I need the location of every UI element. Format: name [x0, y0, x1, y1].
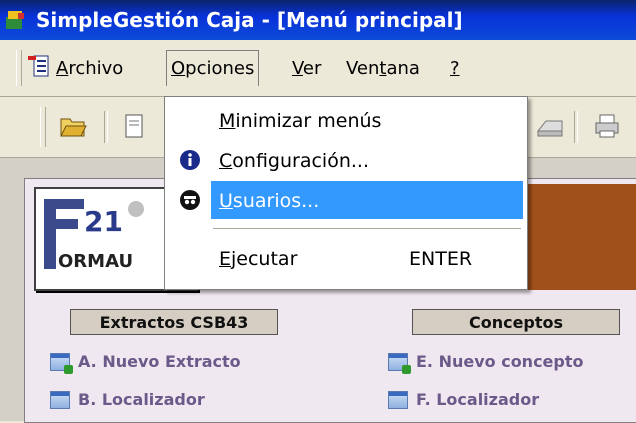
label-rest: jecutar [231, 248, 298, 270]
label-rest: suarios... [232, 190, 320, 212]
menu-item-label: Minimizar menús [219, 110, 381, 132]
link-nuevo-concepto[interactable]: E. Nuevo concepto [388, 352, 584, 374]
menu-item-label: Usuarios... [219, 190, 319, 212]
menu-ver[interactable]: Ver [292, 58, 321, 79]
info-icon [180, 150, 200, 170]
menu-separator [213, 228, 521, 230]
menu-item-minimizar-menus[interactable]: Minimizar menús [167, 101, 523, 139]
new-document-icon [50, 352, 73, 374]
link-label: E. Nuevo concepto [416, 352, 584, 371]
svg-text:21: 21 [84, 205, 123, 238]
link-localizador-conceptos[interactable]: F. Localizador [388, 390, 539, 409]
menu-help-label: ? [450, 58, 460, 79]
menu-ver-accel: V [292, 58, 303, 79]
menu-ventana-pre: Ven [346, 58, 380, 79]
open-folder-icon[interactable] [58, 111, 88, 141]
window-title: SimpleGestión Caja - [Menú principal] [36, 8, 463, 32]
svg-text:ORMAU: ORMAU [58, 251, 133, 272]
section-extractos-title: Extractos CSB43 [70, 309, 278, 335]
window-icon [50, 390, 70, 409]
print-icon[interactable] [592, 111, 622, 141]
accel-char: U [219, 190, 233, 212]
menu-app-icon [28, 55, 49, 77]
accel-char: C [219, 150, 233, 172]
accel-char: E [219, 248, 232, 270]
label-rest: onfiguración... [232, 150, 369, 172]
link-nuevo-extracto[interactable]: A. Nuevo Extracto [50, 352, 241, 374]
users-icon [180, 190, 200, 210]
document-icon[interactable] [120, 111, 150, 141]
menu-ver-label: er [302, 58, 322, 79]
menu-ventana-label: ana [386, 58, 420, 79]
menu-item-label: Ejecutar [219, 248, 297, 270]
link-label: B. Localizador [78, 390, 205, 409]
toolbar-separator [574, 111, 578, 143]
menu-item-configuracion[interactable]: Configuración... [167, 141, 523, 179]
link-label: F. Localizador [416, 390, 540, 409]
toolbar-separator [104, 111, 108, 143]
toolbar-grip[interactable] [40, 107, 46, 147]
menu-opciones-accel: O [171, 58, 186, 79]
label-rest: inimizar menús [235, 110, 382, 132]
menu-item-usuarios[interactable]: Usuarios... [165, 181, 523, 219]
menu-archivo-accel: A [56, 58, 69, 79]
menu-opciones-label: pciones [185, 58, 255, 79]
menu-item-ejecutar[interactable]: Ejecutar ENTER [167, 239, 523, 277]
menubar-grip[interactable] [16, 50, 22, 86]
menu-archivo-label: rchivo [68, 58, 124, 79]
header-band [520, 184, 636, 290]
menu-opciones[interactable]: Opciones [166, 50, 260, 86]
scanner-icon[interactable] [536, 111, 566, 141]
menu-bar: Archivo Opciones Ver Ventana ? [0, 40, 636, 97]
link-label: A. Nuevo Extracto [78, 352, 241, 371]
menu-help[interactable]: ? [450, 58, 460, 79]
app-icon [6, 11, 24, 29]
section-conceptos-title: Conceptos [412, 309, 620, 335]
accel-char: M [219, 110, 236, 132]
title-bar: SimpleGestión Caja - [Menú principal] [0, 0, 636, 40]
menu-item-label: Configuración... [219, 150, 369, 172]
menu-ventana[interactable]: Ventana [346, 58, 420, 79]
window-icon [388, 390, 408, 409]
link-localizador-extractos[interactable]: B. Localizador [50, 390, 205, 409]
menu-archivo[interactable]: Archivo [56, 58, 123, 79]
opciones-dropdown-menu: Minimizar menús Configuración... Usuario… [164, 96, 528, 290]
menu-item-shortcut: ENTER [409, 248, 473, 270]
new-document-icon [388, 352, 411, 374]
